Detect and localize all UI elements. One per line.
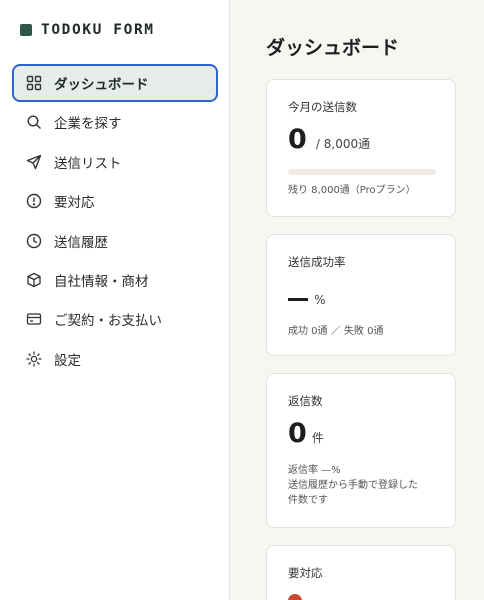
sidebar-item-company-info[interactable]: 自社情報・商材 xyxy=(12,261,218,299)
sidebar-item-label: 要対応 xyxy=(54,195,95,212)
sidebar-item-label: ご契約・お支払い xyxy=(54,313,162,330)
sidebar-item-label: 送信履歴 xyxy=(54,234,108,251)
success-rate-card: 送信成功率 % 成功 0通 ／ 失敗 0通 xyxy=(266,234,456,356)
sidebar-nav: ダッシュボード 企業を探す 送信リスト 要対応 送信履歴 自社情報・商材 ご契約… xyxy=(12,64,218,379)
reply-note-line-1: 送信履歴から手動で登録した xyxy=(288,480,418,491)
brand[interactable]: TODOKU FORM xyxy=(20,22,155,38)
send-icon xyxy=(26,154,42,170)
sidebar-item-label: ダッシュボード xyxy=(54,77,149,93)
alert-circle-icon xyxy=(26,193,42,209)
sidebar-item-label: 自社情報・商材 xyxy=(54,273,149,290)
quota-progress-bar xyxy=(288,169,436,175)
replies-unit: 件 xyxy=(311,431,324,445)
monthly-limit: / 8,000通 xyxy=(315,137,371,151)
sidebar-item-label: 設定 xyxy=(54,352,81,369)
main-content: ダッシュボード 今月の送信数 0 / 8,000通 残り 8,000通（Proプ… xyxy=(231,0,484,600)
sidebar-item-send-list[interactable]: 送信リスト xyxy=(12,143,218,181)
replies-card: 返信数 0 件 返信率 —% 送信履歴から手動で登録した 件数です xyxy=(266,373,456,528)
sidebar-item-send-history[interactable]: 送信履歴 xyxy=(12,222,218,260)
monthly-sends-value: 0 xyxy=(288,124,307,155)
monthly-value-row: 0 / 8,000通 xyxy=(288,124,370,155)
card-label: 今月の送信数 xyxy=(288,100,357,114)
sidebar-item-label: 企業を探す xyxy=(54,116,122,133)
action-required-indicator xyxy=(288,594,302,600)
brand-logo-icon xyxy=(20,24,32,36)
remaining-quota: 残り 8,000通（Proプラン） xyxy=(288,185,416,196)
card-label: 返信数 xyxy=(288,394,323,408)
grid-icon xyxy=(26,75,42,91)
reply-note-line-2: 件数です xyxy=(288,495,328,506)
sidebar-item-billing[interactable]: ご契約・お支払い xyxy=(12,300,218,338)
success-rate-unit: % xyxy=(314,293,326,307)
card-label: 要対応 xyxy=(288,566,323,580)
gear-icon xyxy=(26,351,42,367)
monthly-sends-card: 今月の送信数 0 / 8,000通 残り 8,000通（Proプラン） xyxy=(266,79,456,217)
replies-notes: 返信率 —% 送信履歴から手動で登録した 件数です xyxy=(288,463,418,508)
brand-name: TODOKU FORM xyxy=(41,22,155,38)
sidebar-item-settings[interactable]: 設定 xyxy=(12,340,218,378)
sidebar-item-dashboard[interactable]: ダッシュボード xyxy=(12,64,218,102)
replies-value-row: 0 件 xyxy=(288,418,324,449)
success-value-row: % xyxy=(288,289,326,308)
card-icon xyxy=(26,311,42,327)
sidebar-item-label: 送信リスト xyxy=(54,155,122,172)
card-label: 送信成功率 xyxy=(288,255,346,269)
action-required-card: 要対応 xyxy=(266,545,456,600)
sidebar: TODOKU FORM ダッシュボード 企業を探す 送信リスト 要対応 送信履歴… xyxy=(0,0,230,600)
search-icon xyxy=(26,114,42,130)
reply-rate: 返信率 —% xyxy=(288,465,341,476)
clock-icon xyxy=(26,233,42,249)
sidebar-item-find-companies[interactable]: 企業を探す xyxy=(12,103,218,141)
sidebar-item-action-required[interactable]: 要対応 xyxy=(12,182,218,220)
replies-value: 0 xyxy=(288,418,307,449)
page-title: ダッシュボード xyxy=(266,37,400,59)
empty-value-dash xyxy=(288,298,308,301)
success-detail: 成功 0通 ／ 失敗 0通 xyxy=(288,326,384,337)
box-icon xyxy=(26,272,42,288)
